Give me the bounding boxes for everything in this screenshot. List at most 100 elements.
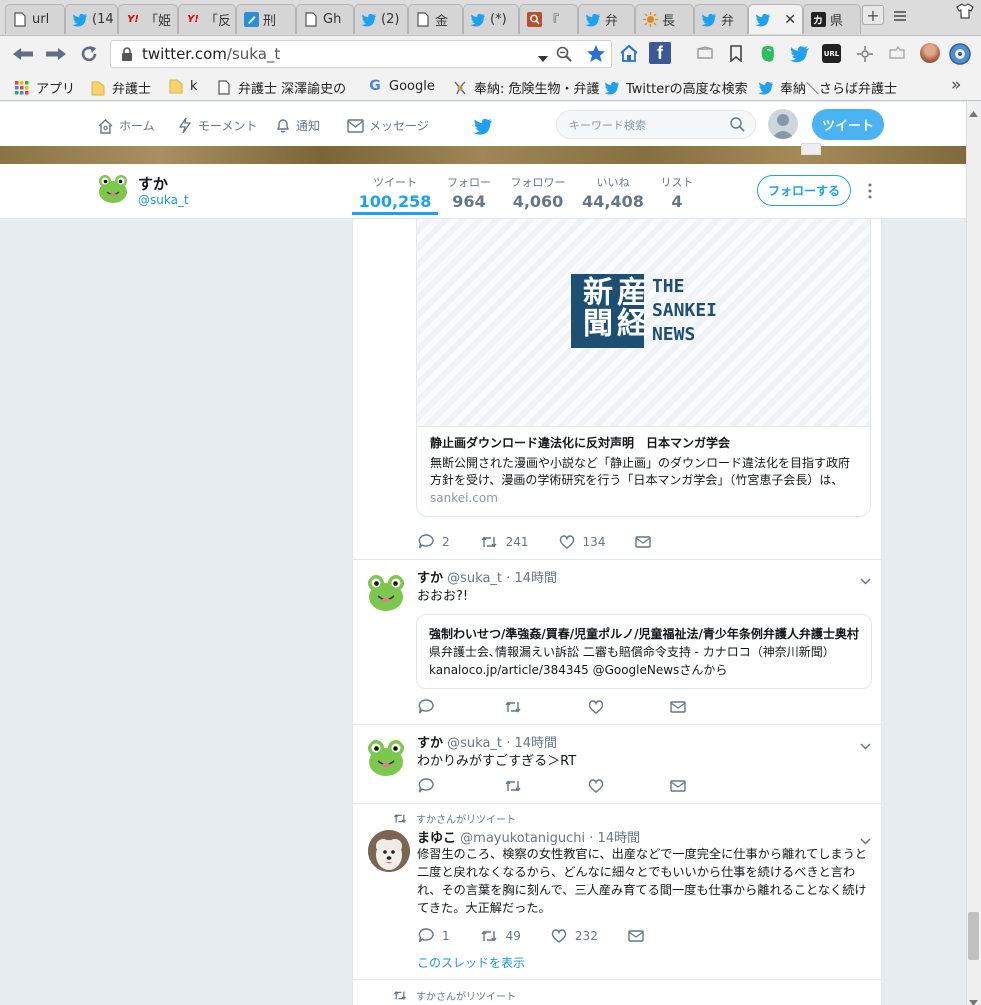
bookmarks-more-icon[interactable]: » (951, 75, 961, 95)
scroll-down-arrow-icon[interactable] (969, 995, 978, 1005)
reply-button[interactable]: 1 (418, 928, 450, 943)
retweet-label[interactable]: すかさんがリツイート (416, 811, 516, 826)
browser-tab[interactable]: (2) (354, 4, 408, 34)
new-tab-button[interactable]: + (862, 5, 884, 25)
reader-icon[interactable] (697, 46, 713, 60)
tab-list-icon[interactable] (893, 9, 907, 23)
dm-button[interactable] (670, 700, 694, 713)
bookmark-item[interactable]: G Google (367, 78, 435, 94)
retweet-button[interactable] (504, 779, 530, 793)
scrollbar-thumb[interactable] (968, 912, 979, 960)
account-avatar[interactable] (768, 109, 798, 139)
retweet-button[interactable]: 49 (480, 929, 521, 943)
reply-button[interactable] (418, 778, 442, 793)
dm-button[interactable] (670, 779, 694, 792)
retweet-label[interactable]: すかさんがリツイート (416, 988, 516, 1003)
url-shortener-icon[interactable]: URL (822, 44, 841, 63)
tweet-author-handle[interactable]: @mayukotaniguchi (460, 831, 585, 846)
browser-tab[interactable]: ✕ (748, 4, 803, 34)
browser-tab[interactable]: 長 (635, 4, 694, 34)
nav-home[interactable]: ホーム (97, 117, 155, 134)
browser-tab[interactable]: 弁 (694, 4, 748, 34)
tweet-author-name[interactable]: まゆこ (417, 831, 456, 846)
browser-tab[interactable]: (14 (65, 4, 118, 34)
twitter-logo-icon[interactable] (473, 118, 493, 135)
browser-tab[interactable]: (*) (463, 4, 519, 34)
bookmark-item[interactable]: 弁護士 深澤諭史の (216, 78, 346, 97)
like-button[interactable] (588, 699, 612, 714)
evernote-icon[interactable] (758, 44, 778, 64)
globe-extension-icon[interactable] (948, 42, 972, 66)
page-scrollbar[interactable] (966, 102, 981, 1005)
profile-mini-avatar[interactable] (96, 172, 130, 206)
bookmark-item[interactable]: アプリ (14, 78, 75, 97)
reload-icon[interactable] (79, 44, 99, 64)
url-dropdown-icon[interactable] (538, 51, 548, 62)
move-extension-icon[interactable] (856, 45, 874, 63)
scroll-up-arrow-icon[interactable] (969, 106, 978, 117)
like-button[interactable] (588, 778, 612, 793)
tweet-timestamp[interactable]: · 14時間 (506, 736, 557, 751)
browser-tab[interactable]: 『 (519, 4, 578, 34)
twitter-search-input[interactable]: キーワード検索 (556, 110, 756, 139)
browser-tab[interactable]: 刑 (236, 4, 296, 34)
bookmark-item[interactable]: 奉納＼さらば弁護士 (758, 78, 897, 97)
tweet-avatar[interactable] (368, 830, 410, 872)
dm-button[interactable] (628, 929, 652, 942)
browser-tab[interactable]: Gh (296, 4, 354, 34)
more-options-icon[interactable] (868, 183, 872, 199)
bookmark-item[interactable]: 弁護士 (90, 78, 151, 97)
tweet-caret-icon[interactable] (860, 834, 871, 845)
profile-handle[interactable]: @suka_t (138, 193, 189, 207)
show-thread-link[interactable]: このスレッドを表示 (417, 954, 525, 971)
bird-extension-icon[interactable] (790, 45, 810, 63)
close-tab-icon[interactable]: ✕ (784, 12, 796, 28)
nav-notifications[interactable]: 通知 (275, 117, 320, 134)
back-icon[interactable] (12, 46, 34, 62)
retweet-button[interactable] (504, 700, 530, 714)
profile-name[interactable]: すか (138, 173, 168, 194)
tweet-caret-icon[interactable] (860, 574, 871, 585)
link-card[interactable]: 産経新聞 THE SANKEI NEWS 静止画ダウンロード違法化に反対声明 日… (416, 219, 871, 517)
tweet-author-handle[interactable]: @suka_t (447, 571, 502, 586)
bookmark-star-icon[interactable] (586, 44, 606, 64)
tweet-timestamp[interactable]: · 14時間 (506, 571, 557, 586)
like-button[interactable]: 232 (551, 929, 598, 943)
tweet-caret-icon[interactable] (860, 739, 871, 750)
tweet-author-name[interactable]: すか (417, 571, 443, 586)
nav-moments[interactable]: モーメント (178, 117, 258, 134)
tweet-avatar[interactable] (365, 571, 407, 613)
browser-tab[interactable]: url (5, 4, 65, 34)
browser-tab[interactable]: Y! 「反 (178, 4, 236, 34)
shirt-icon[interactable] (956, 3, 974, 19)
tweet-timestamp[interactable]: · 14時間 (589, 831, 640, 846)
retweet-button[interactable]: 241 (480, 535, 529, 549)
search-icon[interactable] (730, 117, 745, 132)
home-icon[interactable] (619, 44, 639, 62)
extension-icon[interactable] (888, 45, 906, 62)
bookmarks-list-icon[interactable] (729, 45, 743, 63)
nav-messages[interactable]: メッセージ (347, 117, 429, 134)
bookmark-item[interactable]: Twitterの高度な検索 (604, 78, 748, 97)
tweet-compose-button[interactable]: ツイート (812, 109, 884, 140)
profile-stat[interactable]: リスト 4 (632, 174, 722, 211)
zoom-icon[interactable] (556, 46, 572, 62)
browser-tab[interactable]: 金 (408, 4, 463, 34)
quote-card[interactable]: 強制わいせつ/準強姦/買春/児童ポルノ/児童福祉法/青少年条例弁護人弁護士奥村 … (416, 614, 872, 689)
tweet-avatar[interactable] (365, 736, 407, 778)
facebook-icon[interactable]: f (649, 42, 671, 64)
tweet-author-name[interactable]: すか (417, 736, 443, 751)
like-button[interactable]: 134 (559, 535, 605, 549)
bookmark-item[interactable]: k (168, 78, 198, 94)
browser-tab[interactable]: カ県 (803, 4, 861, 34)
bookmark-item[interactable]: 奉納: 危険生物・弁護 (452, 78, 600, 97)
follow-button[interactable]: フォローする (757, 175, 851, 206)
url-text[interactable]: twitter.com/suka_t (142, 45, 280, 63)
tweet-author-handle[interactable]: @suka_t (447, 736, 502, 751)
forward-icon[interactable] (45, 46, 67, 62)
browser-tab[interactable]: Y! 「姫 (118, 4, 178, 34)
browser-tab[interactable]: 弁 (578, 4, 635, 34)
reply-button[interactable] (418, 699, 442, 714)
user-avatar-extension-icon[interactable] (920, 43, 940, 63)
reply-button[interactable]: 2 (418, 534, 450, 549)
